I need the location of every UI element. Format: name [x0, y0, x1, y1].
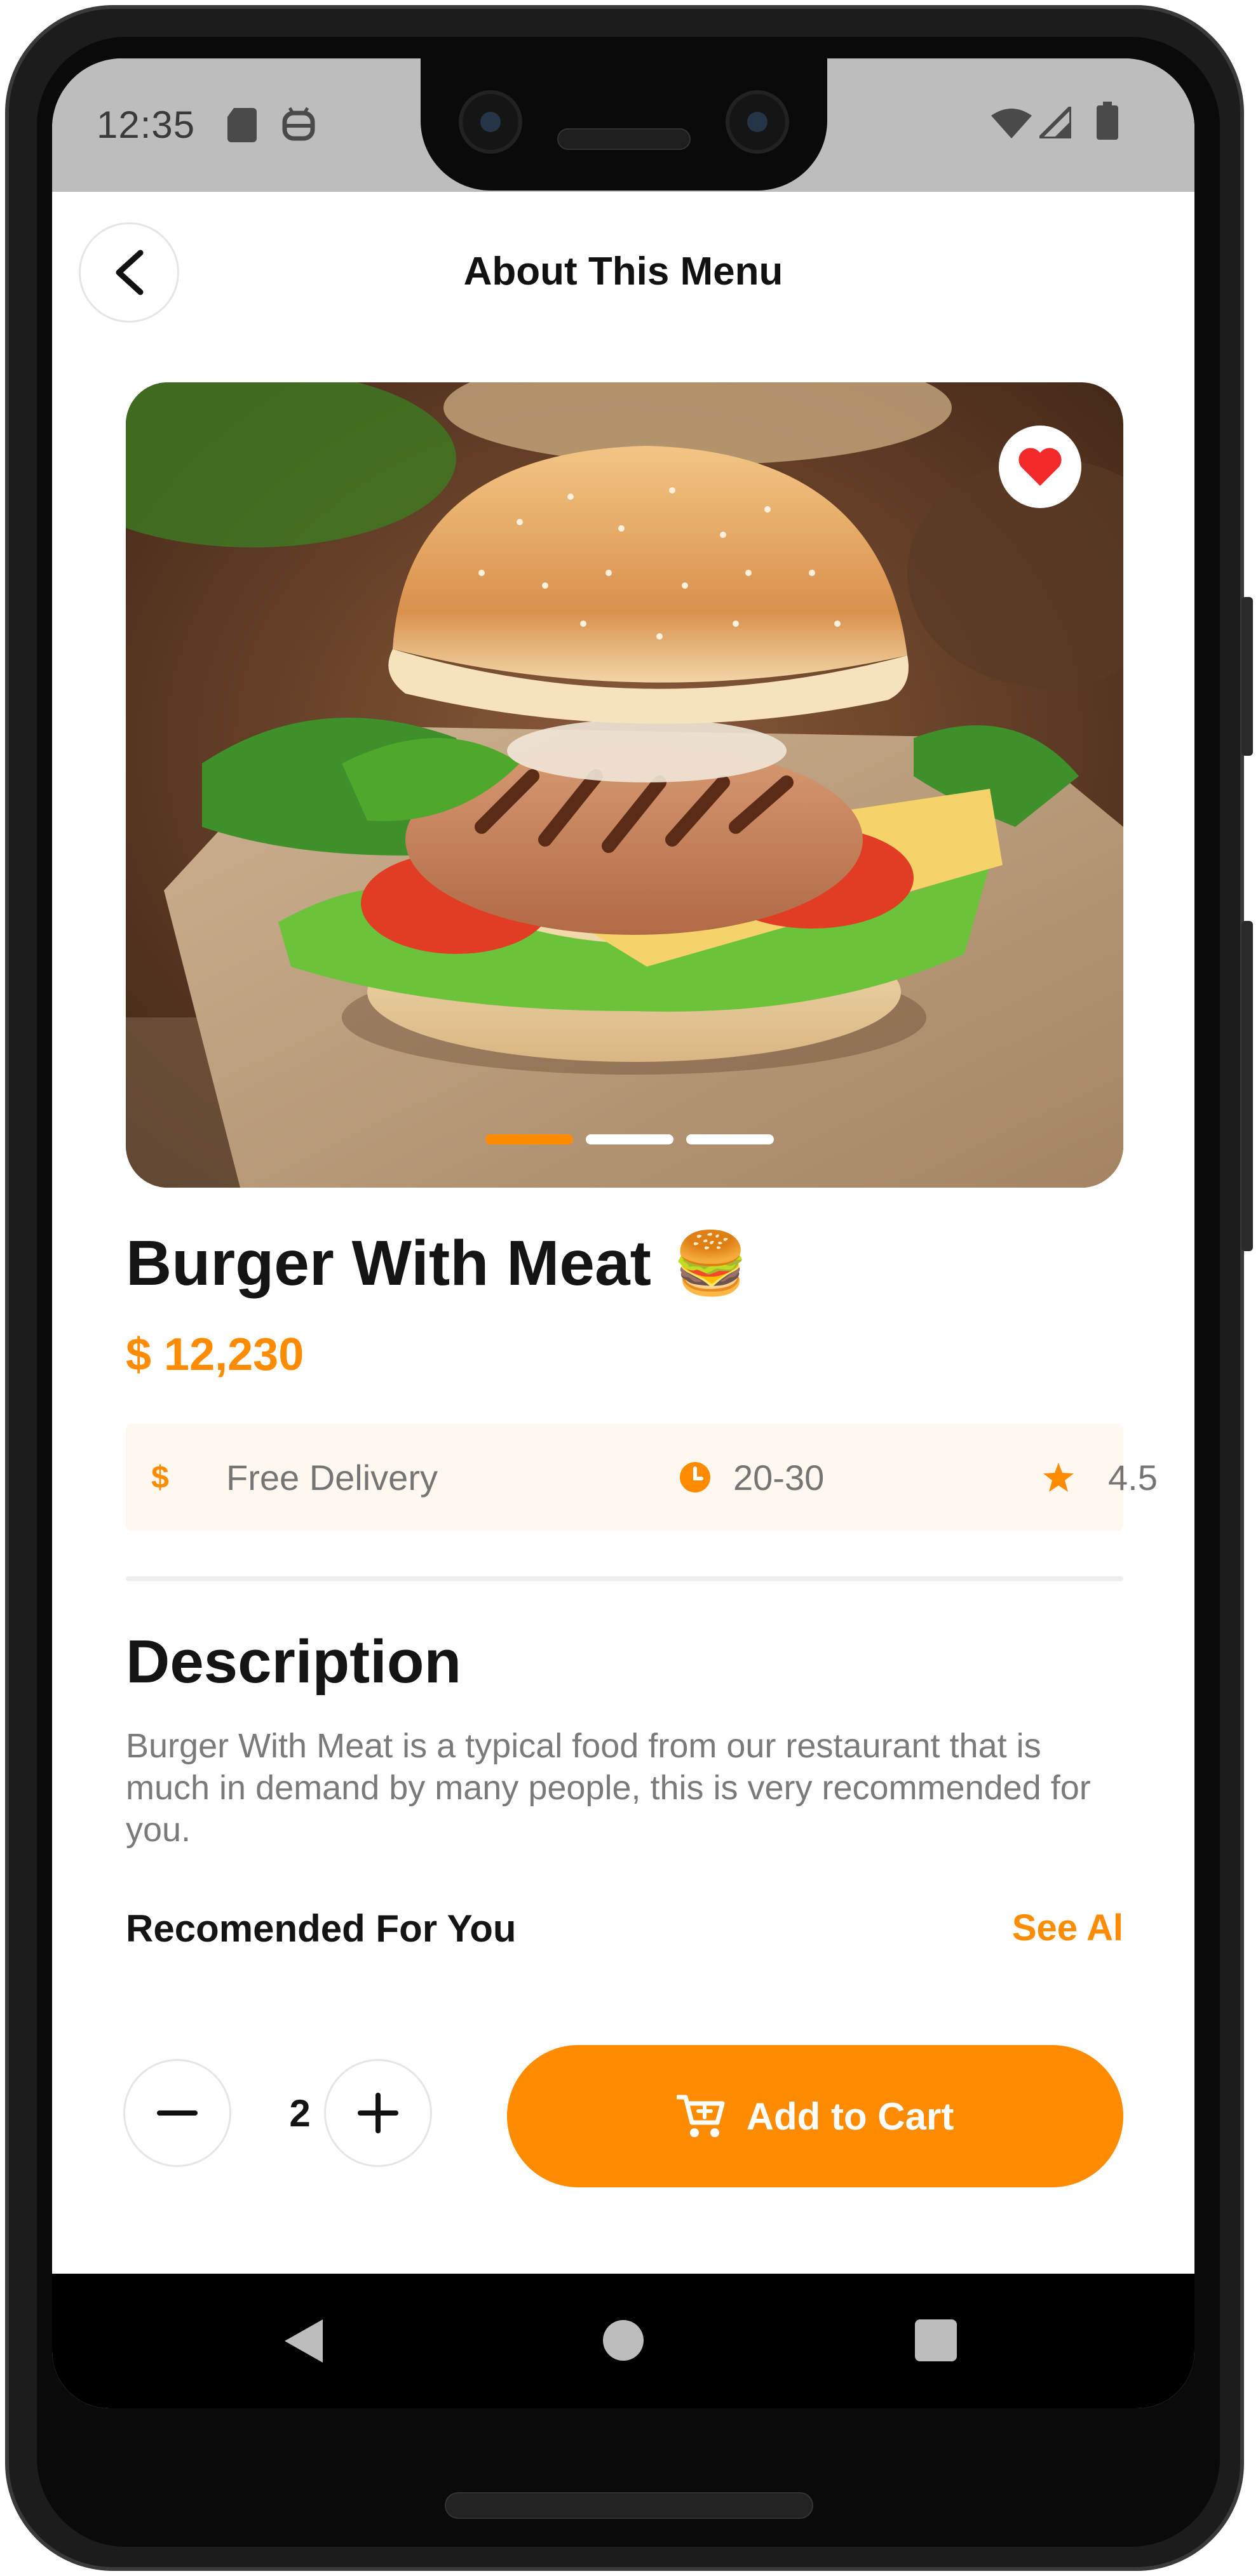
- product-price: $ 12,230: [126, 1329, 304, 1380]
- earpiece-speaker: [557, 128, 691, 150]
- app-bar: About This Menu: [52, 192, 1194, 344]
- bottom-speaker-grille: [445, 2492, 813, 2519]
- carousel-dot-active[interactable]: [485, 1134, 573, 1144]
- system-navigation-bar: [52, 2274, 1194, 2408]
- product-name-row: Burger With Meat 🍔: [126, 1227, 748, 1300]
- camera-notch: [421, 58, 827, 191]
- product-name: Burger With Meat: [126, 1228, 651, 1299]
- nav-back-button[interactable]: [283, 2318, 324, 2367]
- time-info: 20-30: [679, 1424, 824, 1531]
- rating-label: 4.5: [1108, 1457, 1158, 1498]
- front-sensor: [726, 90, 789, 154]
- delivery-label: Free Delivery: [226, 1457, 438, 1498]
- section-divider: [126, 1576, 1123, 1581]
- sd-card-icon: [227, 108, 257, 145]
- volume-button: [1241, 921, 1253, 1251]
- wifi-icon: [991, 107, 1032, 142]
- carousel-dot[interactable]: [586, 1134, 673, 1144]
- heart-icon: [1018, 448, 1062, 486]
- decrease-quantity-button[interactable]: [123, 2059, 231, 2167]
- screen: 12:35 About This Menu Burger With Meat 🍔…: [52, 58, 1194, 2408]
- power-button: [1241, 597, 1253, 756]
- recommended-heading: Recomended For You: [126, 1907, 517, 1950]
- time-label: 20-30: [733, 1457, 825, 1498]
- carousel-indicator: [485, 1134, 774, 1144]
- increase-quantity-button[interactable]: [324, 2059, 432, 2167]
- battery-icon: [1097, 102, 1118, 143]
- nav-recents-icon: [915, 2319, 957, 2361]
- chevron-left-icon: [116, 250, 144, 295]
- nav-home-icon: [603, 2320, 644, 2361]
- delivery-info: $ Free Delivery: [151, 1424, 438, 1531]
- add-to-cart-button[interactable]: Add to Cart: [507, 2045, 1123, 2187]
- carousel-dot[interactable]: [686, 1134, 774, 1144]
- status-bar: 12:35: [52, 58, 1194, 192]
- description-text: Burger With Meat is a typical food from …: [126, 1727, 1091, 1849]
- nav-home-button[interactable]: [602, 2319, 644, 2365]
- back-button[interactable]: [79, 222, 179, 323]
- product-image-carousel[interactable]: [126, 382, 1123, 1188]
- burger-emoji: 🍔: [672, 1229, 749, 1298]
- plus-icon: [358, 2093, 398, 2133]
- dollar-icon: $: [151, 1459, 169, 1495]
- cart-icon: [676, 2095, 725, 2137]
- status-time: 12:35: [97, 104, 196, 146]
- add-to-cart-label: Add to Cart: [746, 2095, 954, 2138]
- star-icon: [1043, 1463, 1074, 1492]
- nav-recents-button[interactable]: [915, 2319, 957, 2365]
- clock-icon: [680, 1462, 710, 1493]
- nav-back-icon: [285, 2319, 323, 2363]
- minus-icon: [157, 2110, 198, 2116]
- favorite-button[interactable]: [999, 426, 1081, 508]
- cell-signal-icon: [1034, 102, 1073, 142]
- burger-photo: [126, 382, 1123, 1188]
- android-debug-icon: [282, 107, 315, 145]
- see-all-link[interactable]: See Al: [1012, 1907, 1123, 1949]
- page-title: About This Menu: [463, 249, 783, 293]
- front-camera: [459, 90, 522, 154]
- product-info-bar: $ Free Delivery 20-30 4.5: [126, 1424, 1158, 1531]
- device: 12:35 About This Menu Burger With Meat 🍔…: [0, 0, 1258, 2576]
- description-heading: Description: [126, 1628, 462, 1696]
- rating-info: 4.5: [1042, 1424, 1158, 1531]
